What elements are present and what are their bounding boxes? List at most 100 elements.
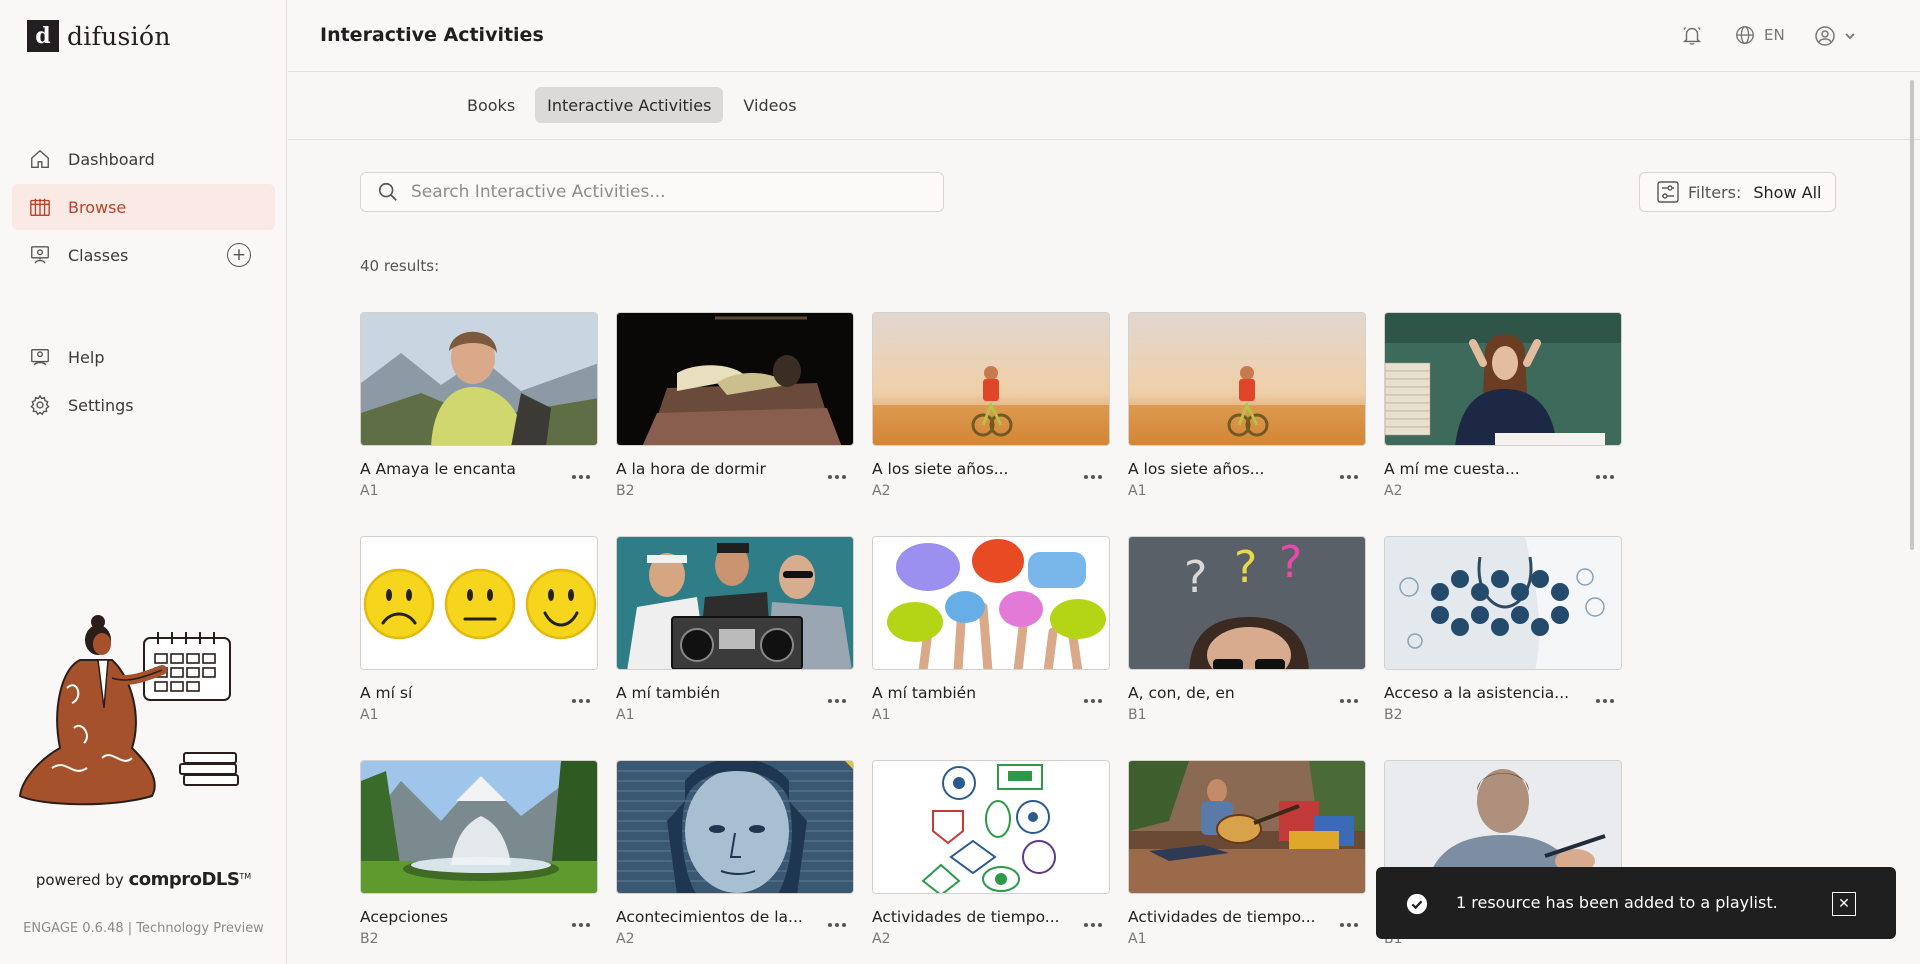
activity-title[interactable]: Actividades de tiempo... [872,908,1072,926]
more-options-icon[interactable] [826,694,848,708]
activity-card[interactable]: Acontecimientos de la... A2 [616,760,854,950]
activity-title[interactable]: Acepciones [360,908,560,926]
more-options-icon[interactable] [1338,918,1360,932]
activity-title[interactable]: A los siete años... [1128,460,1328,478]
activity-title[interactable]: A mí sí [360,684,560,702]
activity-title[interactable]: A, con, de, en [1128,684,1328,702]
more-options-icon[interactable] [1338,694,1360,708]
activity-thumbnail[interactable] [1384,312,1622,446]
user-menu[interactable] [1813,24,1857,48]
more-options-icon[interactable] [1082,470,1104,484]
activity-card[interactable]: A mí me cuesta... A2 [1384,312,1622,502]
search-box [360,172,944,212]
more-options-icon[interactable] [570,918,592,932]
activity-thumbnail[interactable] [616,536,854,670]
powered-by: powered by comproDLSTM [0,869,287,890]
activity-title[interactable]: A mí me cuesta... [1384,460,1584,478]
close-toast-button[interactable]: ✕ [1832,892,1856,916]
activity-thumbnail[interactable] [872,760,1110,894]
activity-level: A1 [360,483,379,499]
activity-card[interactable]: Acceso a la asistencia... B2 [1384,536,1622,726]
filters-button[interactable]: Filters: Show All [1639,172,1836,212]
activity-level: B1 [1128,707,1147,723]
more-options-icon[interactable] [1338,470,1360,484]
activity-card[interactable]: A la hora de dormir B2 [616,312,854,502]
activity-level: A2 [1384,483,1403,499]
activity-thumbnail[interactable] [872,312,1110,446]
user-avatar-icon [1815,26,1835,46]
activity-thumbnail[interactable]: ? ? ? [1128,536,1366,670]
activity-thumbnail[interactable] [1128,760,1366,894]
activity-title[interactable]: A mí también [616,684,816,702]
sliders-icon [1657,181,1679,203]
tab-interactive-activities[interactable]: Interactive Activities [535,87,724,123]
sidebar-item-label: Classes [68,245,129,265]
page-scrollbar[interactable] [1910,80,1914,550]
activity-thumbnail[interactable] [360,312,598,446]
more-options-icon[interactable] [1594,470,1616,484]
tab-books[interactable]: Books [455,87,527,123]
globe-icon [1736,26,1754,44]
activity-card[interactable]: A los siete años... A2 [872,312,1110,502]
tab-videos[interactable]: Videos [731,87,808,123]
filters-value: Show All [1753,182,1822,202]
activity-thumbnail[interactable] [360,760,598,894]
activity-title[interactable]: A la hora de dormir [616,460,816,478]
activity-card[interactable]: A mí sí A1 [360,536,598,726]
activity-card[interactable]: Actividades de tiempo... A1 [1128,760,1366,950]
activity-level: B2 [616,483,635,499]
activity-card[interactable]: A Amaya le encanta A1 [360,312,598,502]
brand-logo[interactable]: d difusión [27,20,171,52]
search-input[interactable] [411,182,931,202]
activity-card[interactable]: A los siete años... A1 [1128,312,1366,502]
svg-text:?: ? [1234,542,1257,593]
powered-prefix: powered by [35,871,124,889]
sidebar-item-dashboard[interactable]: Dashboard [12,136,275,182]
sidebar-item-settings[interactable]: Settings [12,382,275,428]
notification-bell-icon[interactable] [1681,23,1703,51]
activity-card[interactable]: A mí también A1 [616,536,854,726]
sidebar-item-classes[interactable]: Classes + [12,232,275,278]
more-options-icon[interactable] [1082,918,1104,932]
activity-level: A1 [872,707,891,723]
more-options-icon[interactable] [570,694,592,708]
activity-card[interactable]: Actividades de tiempo... A2 [872,760,1110,950]
activity-title[interactable]: A mí también [872,684,1072,702]
activity-thumbnail[interactable] [616,760,854,894]
filters-label: Filters: [1688,182,1742,202]
sidebar-nav: Dashboard Browse Classes + Help Settings [12,136,275,430]
more-options-icon[interactable] [570,470,592,484]
more-options-icon[interactable] [1082,694,1104,708]
language-label: EN [1764,26,1785,44]
activity-thumbnail[interactable] [1128,312,1366,446]
content-tabs: Books Interactive Activities Videos [455,87,809,123]
activity-thumbnail[interactable] [1384,536,1622,670]
more-options-icon[interactable] [826,918,848,932]
sidebar-item-browse[interactable]: Browse [12,184,275,230]
add-class-button[interactable]: + [227,243,251,267]
sidebar-item-help[interactable]: Help [12,334,275,380]
more-options-icon[interactable] [826,470,848,484]
sidebar-item-label: Dashboard [68,149,155,169]
top-bar: Interactive Activities EN [288,0,1920,72]
toast-notification: 1 resource has been added to a playlist.… [1376,867,1896,939]
sidebar-item-label: Settings [68,395,134,415]
activity-title[interactable]: A los siete años... [872,460,1072,478]
powered-brand: comproDLS [128,869,240,890]
activity-thumbnail[interactable] [872,536,1110,670]
activity-card[interactable]: A mí también A1 [872,536,1110,726]
activity-title[interactable]: A Amaya le encanta [360,460,560,478]
activity-title[interactable]: Acontecimientos de la... [616,908,816,926]
search-icon [378,182,397,201]
activity-level: A1 [1128,483,1147,499]
activity-card[interactable]: Acepciones B2 [360,760,598,950]
language-selector[interactable]: EN [1734,24,1785,46]
activity-card[interactable]: ? ? ? A, con, de, en B1 [1128,536,1366,726]
activity-thumbnail[interactable] [360,536,598,670]
activity-thumbnail[interactable] [616,312,854,446]
svg-text:?: ? [1184,552,1207,603]
activity-title[interactable]: Actividades de tiempo... [1128,908,1328,926]
activity-title[interactable]: Acceso a la asistencia... [1384,684,1584,702]
activity-level: A2 [616,931,635,947]
more-options-icon[interactable] [1594,694,1616,708]
